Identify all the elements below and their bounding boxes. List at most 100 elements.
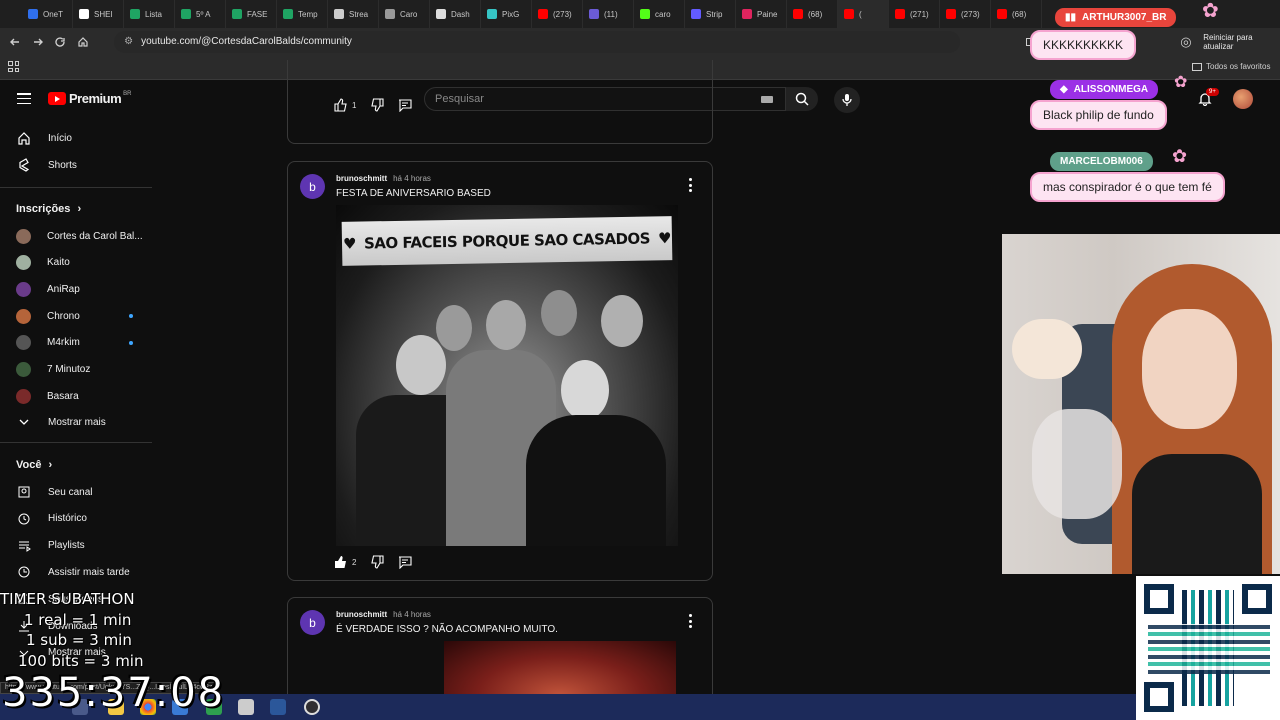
author-avatar[interactable]: b — [300, 610, 325, 635]
browser-tab[interactable]: Strip — [685, 0, 736, 28]
site-info-icon[interactable]: ⚙ — [124, 36, 133, 47]
author-avatar[interactable]: b — [300, 174, 325, 199]
browser-tab[interactable]: Caro — [379, 0, 430, 28]
more-vert-icon[interactable] — [688, 614, 692, 628]
tab-title: Strip — [706, 9, 723, 19]
subathon-rule: 1 real = 1 min — [24, 611, 132, 629]
comment-button[interactable] — [398, 555, 413, 569]
dislike-button[interactable] — [370, 98, 385, 112]
like-button[interactable]: 1 — [334, 98, 356, 112]
tab-favicon-icon — [538, 9, 548, 19]
all-bookmarks-folder[interactable]: Todos os favoritos — [1192, 62, 1270, 71]
tab-favicon-icon — [385, 9, 395, 19]
post-actions: 1 — [334, 98, 420, 112]
forward-icon[interactable] — [27, 30, 50, 54]
tab-favicon-icon — [436, 9, 446, 19]
browser-tab[interactable]: ( — [838, 0, 889, 28]
post-author[interactable]: brunoschmitt há 4 horas — [336, 610, 431, 619]
home-icon[interactable] — [72, 30, 95, 54]
browser-tab[interactable]: 5º A — [175, 0, 226, 28]
sidebar-you-item[interactable]: Histórico — [16, 507, 87, 531]
voice-search-button[interactable] — [834, 87, 860, 113]
sidebar-you-item[interactable]: Seu canal — [16, 480, 92, 504]
tab-favicon-icon — [793, 9, 803, 19]
back-icon[interactable] — [4, 30, 27, 54]
browser-tab[interactable]: (271) — [889, 0, 940, 28]
browser-tab[interactable]: FASE — [226, 0, 277, 28]
tab-title: (273) — [553, 9, 572, 19]
tab-favicon-icon — [946, 9, 956, 19]
apps-grid-icon[interactable] — [8, 61, 19, 72]
chat-message: Black philip de fundo — [1030, 100, 1167, 130]
browser-tab[interactable]: PixG — [481, 0, 532, 28]
subscription-item[interactable]: 7 Minutoz — [16, 358, 90, 382]
sidebar-you-item[interactable]: Assistir mais tarde — [16, 560, 130, 584]
tab-favicon-icon — [589, 9, 599, 19]
tab-favicon-icon — [283, 9, 293, 19]
url-field[interactable]: ⚙ youtube.com/@CortesdaCarolBalds/commun… — [114, 30, 960, 53]
post-author[interactable]: brunoschmitt há 4 horas — [336, 174, 431, 183]
mic-icon — [842, 94, 852, 106]
browser-tab[interactable]: Dash — [430, 0, 481, 28]
browser-tab[interactable]: caro — [634, 0, 685, 28]
new-content-dot — [129, 340, 133, 345]
obs-icon[interactable] — [304, 699, 320, 715]
browser-tab[interactable]: Temp — [277, 0, 328, 28]
comment-button[interactable] — [398, 98, 413, 112]
browser-tab[interactable]: SHEI — [73, 0, 124, 28]
post-time: há 4 horas — [393, 174, 431, 183]
thumbs-down-icon — [371, 555, 385, 569]
browser-tab[interactable]: (68) — [991, 0, 1042, 28]
subathon-rule: 100 bits = 3 min — [18, 652, 144, 670]
sidebar-item-shorts[interactable]: Shorts — [16, 153, 77, 177]
tab-favicon-icon — [487, 9, 497, 19]
browser-tab[interactable]: Strea — [328, 0, 379, 28]
subscription-item[interactable]: AniRap — [16, 277, 80, 301]
tab-favicon-icon — [640, 9, 650, 19]
tab-title: Lista — [145, 9, 162, 19]
tab-favicon-icon — [742, 9, 752, 19]
dislike-button[interactable] — [370, 555, 385, 569]
browser-tab[interactable]: (273) — [532, 0, 583, 28]
browser-tab[interactable]: (273) — [940, 0, 991, 28]
account-avatar[interactable] — [1233, 89, 1253, 109]
more-vert-icon[interactable] — [688, 178, 692, 192]
keyboard-icon[interactable] — [761, 96, 773, 103]
party-banner: ♥ SAO FACEIS PORQUE SAO CASADOS ♥ — [341, 216, 673, 266]
comment-icon — [399, 99, 413, 112]
channel-avatar — [16, 281, 31, 297]
notifications-button[interactable]: 9+ — [1198, 88, 1219, 107]
post-image[interactable] — [444, 641, 676, 701]
reload-icon[interactable] — [49, 30, 72, 54]
tab-favicon-icon — [844, 9, 854, 19]
your-channel-icon — [16, 484, 32, 500]
chevron-right-icon: › — [77, 203, 82, 215]
browser-tab[interactable]: Paine — [736, 0, 787, 28]
search-button[interactable] — [786, 87, 818, 111]
browser-tab[interactable]: Lista — [124, 0, 175, 28]
community-post: 1 — [287, 60, 713, 144]
post-image[interactable]: ♥ SAO FACEIS PORQUE SAO CASADOS ♥ — [336, 205, 678, 546]
sidebar-item-home[interactable]: Início — [16, 126, 72, 150]
subathon-rule: 1 sub = 3 min — [26, 631, 132, 649]
profile-icon[interactable]: ◎ — [1175, 30, 1198, 54]
restart-button[interactable]: Reiniciar para atualizar — [1203, 33, 1280, 51]
tab-favicon-icon — [28, 9, 38, 19]
browser-tab[interactable]: (11) — [583, 0, 634, 28]
browser-tab[interactable]: OneT — [22, 0, 73, 28]
subscriptions-heading[interactable]: Inscrições › — [16, 203, 81, 215]
subscription-item[interactable]: Chrono — [16, 304, 80, 328]
word-icon[interactable] — [270, 699, 286, 715]
you-heading[interactable]: Você › — [16, 459, 52, 471]
url-text: youtube.com/@CortesdaCarolBalds/communit… — [141, 36, 352, 47]
subscription-item[interactable]: Cortes da Carol Bal... — [16, 224, 143, 248]
browser-tab[interactable]: (68) — [787, 0, 838, 28]
subscription-item[interactable]: M4rkim — [16, 331, 80, 355]
sidebar-you-item[interactable]: Playlists — [16, 534, 85, 558]
sidebar-show-more-subs[interactable]: Mostrar mais — [16, 410, 106, 434]
app-icon[interactable] — [238, 699, 254, 715]
like-button[interactable]: 2 — [334, 555, 356, 569]
subscription-item[interactable]: Basara — [16, 384, 79, 408]
chat-message: KKKKKKKKKK — [1030, 30, 1137, 60]
subscription-item[interactable]: Kaito — [16, 251, 70, 275]
